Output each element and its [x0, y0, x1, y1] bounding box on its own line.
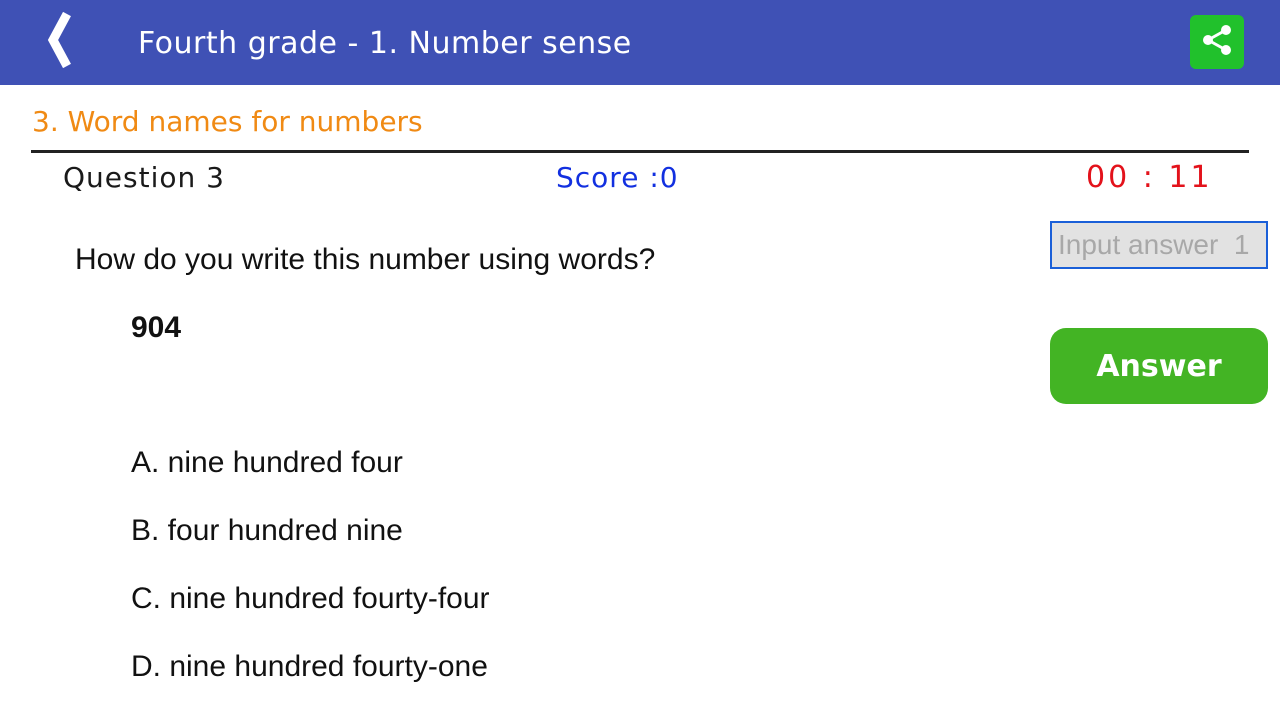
back-button[interactable] [38, 11, 82, 73]
share-button[interactable] [1190, 15, 1244, 69]
option-a[interactable]: A. nine hundred four [131, 443, 403, 483]
question-counter: Question 3 [63, 161, 225, 194]
answer-input[interactable] [1050, 221, 1268, 269]
question-text: How do you write this number using words… [75, 243, 656, 276]
option-b[interactable]: B. four hundred nine [131, 511, 403, 551]
timer-display: 00 : 11 [1086, 160, 1213, 195]
share-icon [1199, 22, 1235, 63]
answer-button[interactable]: Answer [1050, 328, 1268, 404]
back-chevron-icon [45, 11, 75, 73]
score-display: Score :0 [556, 161, 679, 194]
top-app-bar: Fourth grade - 1. Number sense [0, 0, 1280, 85]
section-divider [31, 150, 1249, 153]
option-d[interactable]: D. nine hundred fourty-one [131, 647, 488, 687]
option-c[interactable]: C. nine hundred fourty-four [131, 579, 490, 619]
question-number: 904 [131, 311, 182, 344]
section-title: 3. Word names for numbers [32, 105, 423, 138]
app-title: Fourth grade - 1. Number sense [138, 26, 632, 61]
